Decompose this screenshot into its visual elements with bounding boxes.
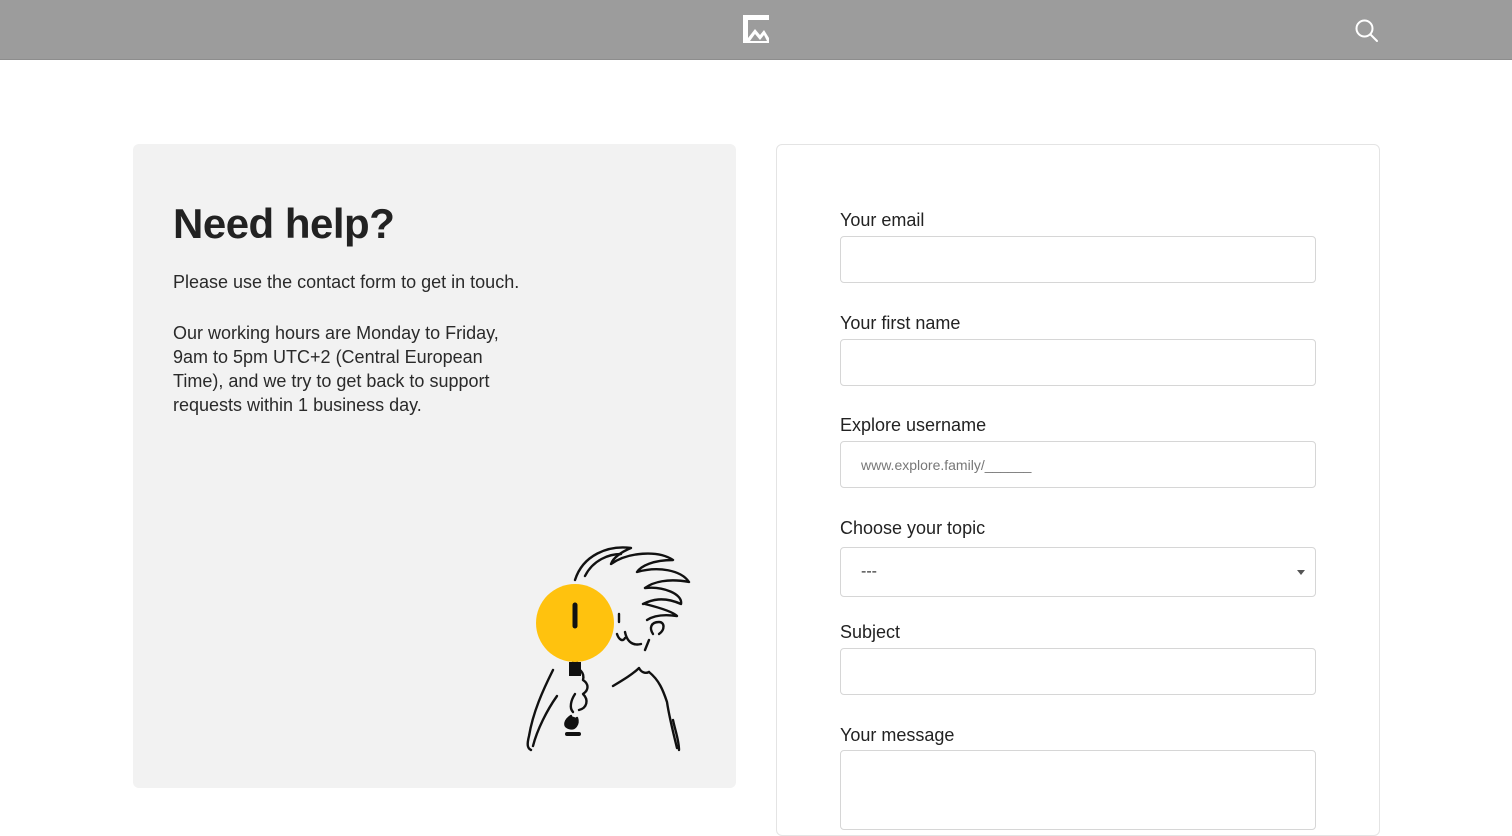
message-label: Your message — [840, 725, 955, 745]
contact-form: Your email Your first name Explore usern… — [776, 144, 1380, 836]
topic-select[interactable]: --- — [840, 547, 1316, 597]
first-name-field[interactable] — [840, 339, 1316, 386]
username-field[interactable] — [840, 441, 1316, 488]
first-name-label: Your first name — [840, 313, 961, 333]
topic-label: Choose your topic — [840, 518, 986, 538]
help-intro-text: Please use the contact form to get in to… — [173, 272, 520, 292]
email-label: Your email — [840, 210, 925, 230]
page-title: Need help? — [173, 200, 395, 247]
explore-logo-icon[interactable] — [741, 13, 771, 45]
message-field[interactable] — [840, 750, 1316, 830]
working-hours-text: Our working hours are Monday to Friday, … — [173, 323, 499, 415]
person-with-magnifier-illustration — [526, 546, 691, 752]
top-bar — [0, 0, 1512, 60]
username-label: Explore username — [840, 415, 987, 435]
chevron-down-icon — [1297, 570, 1305, 575]
subject-field[interactable] — [840, 648, 1316, 695]
email-field[interactable] — [840, 236, 1316, 283]
search-icon[interactable] — [1353, 17, 1379, 43]
help-panel: Need help? Please use the contact form t… — [133, 144, 736, 788]
subject-label: Subject — [840, 622, 901, 642]
topic-selected-value: --- — [861, 563, 877, 580]
